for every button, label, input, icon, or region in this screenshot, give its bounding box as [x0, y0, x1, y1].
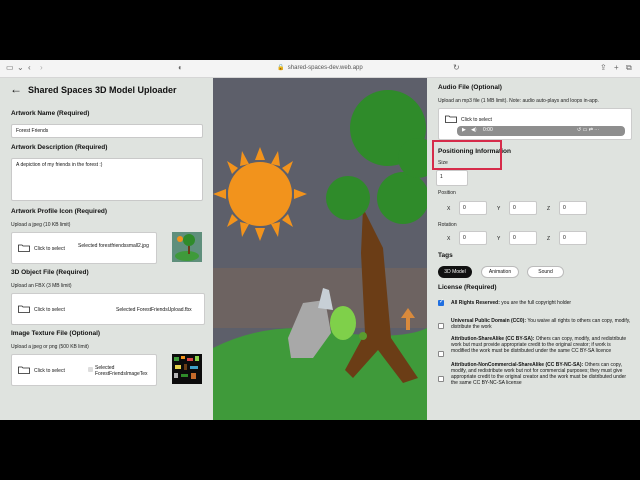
chevron-down-icon[interactable]: ⌄ [17, 63, 24, 73]
audio-player[interactable]: ▶ ◀) 0:00 ↺ ▭ ⇄ ⋯ [457, 126, 625, 136]
license-cc-by-nc-sa[interactable]: Attribution-NonCommercial-ShareAlike (CC… [451, 362, 631, 386]
page-title: Shared Spaces 3D Model Uploader [28, 85, 177, 95]
object-file-label: 3D Object File (Required) [11, 269, 89, 276]
folder-icon [18, 244, 30, 252]
object-file-selected: Selected ForestFriendsUpload.fbx [116, 307, 192, 313]
volume-icon[interactable]: ◀) [471, 127, 477, 133]
url-text: shared-spaces-dev.web.app [287, 65, 363, 71]
profile-icon-note: Upload a jpeg (10 KB limit) [11, 222, 71, 228]
refresh-icon[interactable]: ↻ [453, 63, 460, 73]
texture-file-note: Upload a jpeg or png (500 KB limit) [11, 344, 89, 350]
rotation-y-label: Y [497, 236, 501, 242]
tag-3d-model[interactable]: 3D Model [438, 266, 472, 278]
app-window: ▭ ⌄ ‹ › ◐ 🔒 shared-spaces-dev.web.app ↻ ⇪… [0, 60, 640, 420]
folder-icon [445, 115, 457, 123]
object-file-dropzone[interactable]: Click to select Selected ForestFriendsUp… [11, 293, 205, 325]
profile-icon-thumbnail [172, 232, 202, 262]
license-checkbox-all-rights[interactable] [438, 298, 444, 306]
position-y-input[interactable]: 0 [509, 201, 537, 215]
license-checkbox-cc-by-nc-sa[interactable] [438, 376, 444, 382]
playback-controls-icon[interactable]: ↺ ▭ ⇄ ⋯ [577, 127, 599, 133]
folder-icon [18, 366, 30, 374]
license-cc0[interactable]: Universal Public Domain (CC0): You waive… [451, 318, 631, 330]
artwork-description-input[interactable]: A depiction of my friends in the forest … [11, 158, 203, 201]
texture-thumbnail [172, 354, 202, 384]
artwork-name-label: Artwork Name (Required) [11, 110, 90, 117]
rotation-z-label: Z [547, 236, 551, 242]
position-z-input[interactable]: 0 [559, 201, 587, 215]
clear-icon[interactable] [88, 367, 93, 372]
forward-arrow-icon[interactable]: › [40, 63, 43, 73]
license-checkbox-cc0[interactable] [438, 323, 444, 329]
profile-icon-click-label: Click to select [34, 246, 65, 252]
artwork-name-input[interactable]: Forest Friends [11, 124, 203, 138]
object-file-click-label: Click to select [34, 307, 65, 313]
size-input[interactable]: 1 [436, 170, 468, 186]
back-arrow-icon[interactable]: ← [10, 82, 22, 96]
tag-sound[interactable]: Sound [527, 266, 564, 278]
position-y-label: Y [497, 206, 501, 212]
rotation-label: Rotation [438, 222, 457, 228]
rotation-y-input[interactable]: 0 [509, 231, 537, 245]
audio-file-label: Audio File (Optional) [438, 84, 502, 91]
uploader-form-left: ← Shared Spaces 3D Model Uploader Artwor… [0, 78, 213, 420]
license-cc-by-sa[interactable]: Attribution-ShareAlike (CC BY-SA): Other… [451, 336, 631, 354]
browser-toolbar: ▭ ⌄ ‹ › ◐ 🔒 shared-spaces-dev.web.app ↻ ⇪… [0, 60, 640, 78]
audio-time: 0:00 [483, 127, 493, 133]
address-bar[interactable]: 🔒 shared-spaces-dev.web.app [190, 63, 450, 74]
position-label: Position [438, 190, 456, 196]
license-checkbox-cc-by-sa[interactable] [438, 351, 444, 357]
position-x-label: X [447, 206, 451, 212]
tag-animation[interactable]: Animation [481, 266, 519, 278]
license-label: License (Required) [438, 284, 497, 291]
model-preview-viewport[interactable] [213, 78, 427, 420]
folder-icon [18, 305, 30, 313]
rotation-x-input[interactable]: 0 [459, 231, 487, 245]
profile-icon-label: Artwork Profile Icon (Required) [11, 208, 108, 215]
sidebar-icon[interactable]: ▭ [6, 63, 14, 73]
position-z-label: Z [547, 206, 551, 212]
share-icon[interactable]: ⇪ [600, 63, 607, 73]
texture-file-label: Image Texture File (Optional) [11, 330, 101, 337]
profile-icon-dropzone[interactable]: Click to select Selected forestfriendssm… [11, 232, 157, 264]
profile-icon-selected: Selected forestfriendssmall2.jpg [78, 243, 149, 249]
back-arrow-icon[interactable]: ‹ [28, 63, 31, 73]
audio-file-note: Upload an mp3 file (1 MB limit). Note: a… [438, 98, 599, 104]
play-icon[interactable]: ▶ [462, 127, 466, 133]
tabs-icon[interactable]: ⧉ [626, 63, 632, 73]
tags-label: Tags [438, 252, 453, 259]
audio-file-dropzone[interactable]: Click to select ▶ ◀) 0:00 ↺ ▭ ⇄ ⋯ [438, 108, 632, 140]
shield-icon: ◐ [178, 63, 183, 72]
position-x-input[interactable]: 0 [459, 201, 487, 215]
license-all-rights[interactable]: All Rights Reserved: you are the full co… [451, 300, 631, 306]
plus-icon[interactable]: + [614, 63, 619, 73]
texture-file-selected: Selected ForestFriendsImageTex [95, 365, 148, 377]
texture-file-dropzone[interactable]: Click to select Selected ForestFriendsIm… [11, 354, 157, 386]
texture-file-click-label: Click to select [34, 368, 65, 374]
object-file-note: Upload an FBX (3 MB limit) [11, 283, 72, 289]
size-label: Size [438, 160, 448, 166]
artwork-description-label: Artwork Description (Required) [11, 144, 108, 151]
rotation-z-input[interactable]: 0 [559, 231, 587, 245]
audio-file-click-label: Click to select [461, 117, 492, 123]
uploader-form-right: Audio File (Optional) Upload an mp3 file… [427, 78, 640, 420]
rotation-x-label: X [447, 236, 451, 242]
lock-icon: 🔒 [277, 65, 285, 71]
